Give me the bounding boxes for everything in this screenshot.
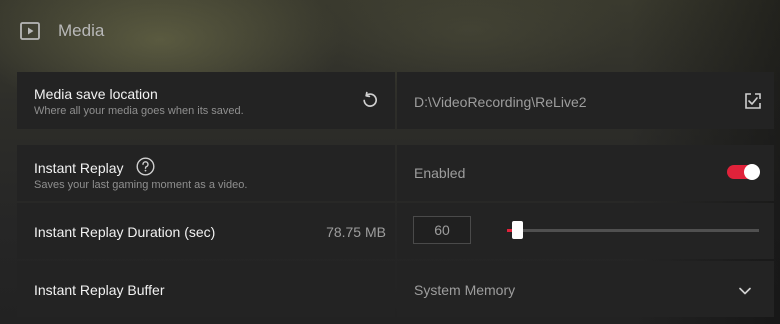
setting-label: Instant Replay Duration (sec) bbox=[34, 224, 216, 240]
setting-label-cell: Instant Replay Buffer bbox=[17, 261, 395, 317]
instant-replay-toggle-cell: Enabled bbox=[397, 145, 774, 201]
setting-description: Where all your media goes when its saved… bbox=[34, 105, 244, 117]
setting-label-cell: Instant Replay Saves your last gaming mo… bbox=[17, 145, 395, 201]
play-square-icon bbox=[20, 22, 40, 40]
save-location-path: D:\VideoRecording\ReLive2 bbox=[414, 94, 587, 110]
setting-label-cell: Instant Replay Duration (sec) 78.75 MB bbox=[17, 203, 395, 259]
save-location-field[interactable]: D:\VideoRecording\ReLive2 bbox=[397, 72, 774, 129]
estimated-size: 78.75 MB bbox=[326, 224, 386, 240]
setting-label: Media save location bbox=[34, 86, 158, 102]
setting-label-cell: Media save location Where all your media… bbox=[17, 72, 395, 129]
instant-replay-toggle[interactable] bbox=[727, 164, 760, 180]
setting-row-media-save-location: Media save location Where all your media… bbox=[17, 72, 774, 129]
dropdown-selected-value: System Memory bbox=[414, 282, 516, 298]
setting-label: Instant Replay bbox=[34, 160, 124, 176]
duration-input[interactable]: 60 bbox=[413, 216, 471, 244]
slider-thumb[interactable] bbox=[512, 221, 524, 239]
duration-slider[interactable] bbox=[507, 221, 759, 239]
chevron-down-icon bbox=[738, 283, 752, 301]
setting-row-instant-replay: Instant Replay Saves your last gaming mo… bbox=[17, 145, 774, 201]
setting-row-instant-replay-duration: Instant Replay Duration (sec) 78.75 MB 6… bbox=[17, 203, 774, 259]
duration-control-cell: 60 bbox=[397, 203, 774, 259]
help-icon[interactable] bbox=[135, 157, 155, 179]
section-header: Media bbox=[20, 18, 104, 44]
reset-icon[interactable] bbox=[361, 91, 379, 114]
setting-row-instant-replay-buffer: Instant Replay Buffer System Memory bbox=[17, 261, 774, 317]
toggle-knob bbox=[744, 164, 760, 180]
setting-description: Saves your last gaming moment as a video… bbox=[34, 179, 248, 191]
folder-select-icon[interactable] bbox=[744, 92, 762, 115]
buffer-dropdown[interactable]: System Memory bbox=[397, 261, 774, 317]
page-title: Media bbox=[58, 21, 105, 40]
setting-label-group: Instant Replay bbox=[34, 157, 155, 179]
setting-label: Instant Replay Buffer bbox=[34, 282, 165, 298]
toggle-state-label: Enabled bbox=[414, 165, 466, 181]
